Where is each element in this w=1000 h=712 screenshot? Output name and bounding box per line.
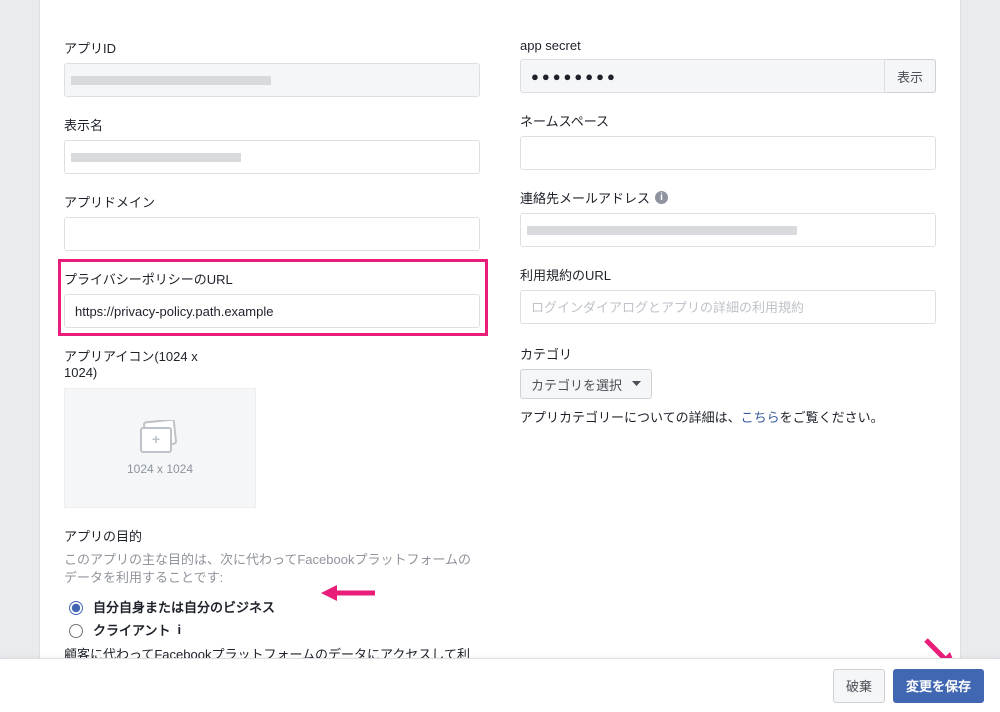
field-display-name: 表示名: [64, 115, 480, 174]
display-name-input[interactable]: [64, 140, 480, 174]
show-secret-button[interactable]: 表示: [885, 59, 936, 93]
privacy-url-input[interactable]: [64, 294, 480, 328]
category-select-label: カテゴリを選択: [531, 375, 622, 394]
field-tos-url: 利用規約のURL: [520, 265, 936, 324]
app-icon-upload[interactable]: + 1024 x 1024: [64, 388, 256, 508]
info-icon: i: [655, 191, 668, 204]
field-namespace: ネームスペース: [520, 111, 936, 170]
field-privacy-url: プライバシーポリシーのURL: [64, 269, 480, 328]
info-icon: i: [177, 622, 181, 637]
discard-button[interactable]: 破棄: [833, 669, 885, 703]
app-purpose-desc: このアプリの主な目的は、次に代わってFacebookプラットフォームのデータを利…: [64, 551, 480, 587]
app-icon-dim: 1024 x 1024: [127, 462, 193, 476]
category-select[interactable]: カテゴリを選択: [520, 369, 652, 399]
radio-self[interactable]: [69, 601, 83, 615]
app-icon-label: アプリアイコン(1024 x 1024): [64, 346, 234, 380]
settings-card: アプリID 表示名 アプリドメイン プライバシーポリシーのURL: [39, 0, 961, 712]
app-id-value: [64, 63, 480, 97]
app-domain-input[interactable]: [64, 217, 480, 251]
two-column-layout: アプリID 表示名 アプリドメイン プライバシーポリシーのURL: [64, 38, 936, 704]
field-contact-email: 連絡先メールアドレス i: [520, 188, 936, 247]
radio-self-row[interactable]: 自分自身または自分のビジネス: [64, 597, 480, 616]
field-app-domain: アプリドメイン: [64, 192, 480, 251]
left-column: アプリID 表示名 アプリドメイン プライバシーポリシーのURL: [64, 38, 480, 704]
radio-client-label: クライアント: [93, 620, 170, 639]
display-name-label: 表示名: [64, 115, 480, 134]
category-link[interactable]: こちら: [741, 410, 780, 425]
radio-client-row[interactable]: クライアント i: [64, 620, 480, 639]
app-id-label: アプリID: [64, 38, 480, 57]
app-purpose-label: アプリの目的: [64, 526, 480, 545]
app-domain-label: アプリドメイン: [64, 192, 480, 211]
field-app-secret: app secret ●●●●●●●● 表示: [520, 38, 936, 93]
radio-client[interactable]: [69, 624, 83, 638]
field-app-icon: アプリアイコン(1024 x 1024) + 1024 x 1024: [64, 346, 480, 508]
chevron-down-icon: [632, 381, 641, 387]
right-column: app secret ●●●●●●●● 表示 ネームスペース 連絡先メールアドレ…: [520, 38, 936, 704]
field-category: カテゴリ カテゴリを選択 アプリカテゴリーについての詳細は、こちらをご覧ください…: [520, 344, 936, 426]
category-desc: アプリカテゴリーについての詳細は、こちらをご覧ください。: [520, 407, 936, 426]
contact-email-input[interactable]: [520, 213, 936, 247]
app-secret-value: ●●●●●●●●: [520, 59, 885, 93]
namespace-label: ネームスペース: [520, 111, 936, 130]
tos-url-input[interactable]: [520, 290, 936, 324]
radio-self-label: 自分自身または自分のビジネス: [93, 597, 275, 616]
images-icon: +: [138, 420, 182, 456]
tos-url-label: 利用規約のURL: [520, 265, 936, 284]
contact-email-label: 連絡先メールアドレス i: [520, 188, 936, 207]
category-label: カテゴリ: [520, 344, 936, 363]
privacy-url-label: プライバシーポリシーのURL: [64, 269, 480, 288]
namespace-input[interactable]: [520, 136, 936, 170]
footer-bar: 破棄 変更を保存: [0, 658, 1000, 712]
save-button[interactable]: 変更を保存: [893, 669, 984, 703]
app-secret-label: app secret: [520, 38, 936, 53]
field-app-id: アプリID: [64, 38, 480, 97]
svg-text:+: +: [152, 431, 160, 447]
